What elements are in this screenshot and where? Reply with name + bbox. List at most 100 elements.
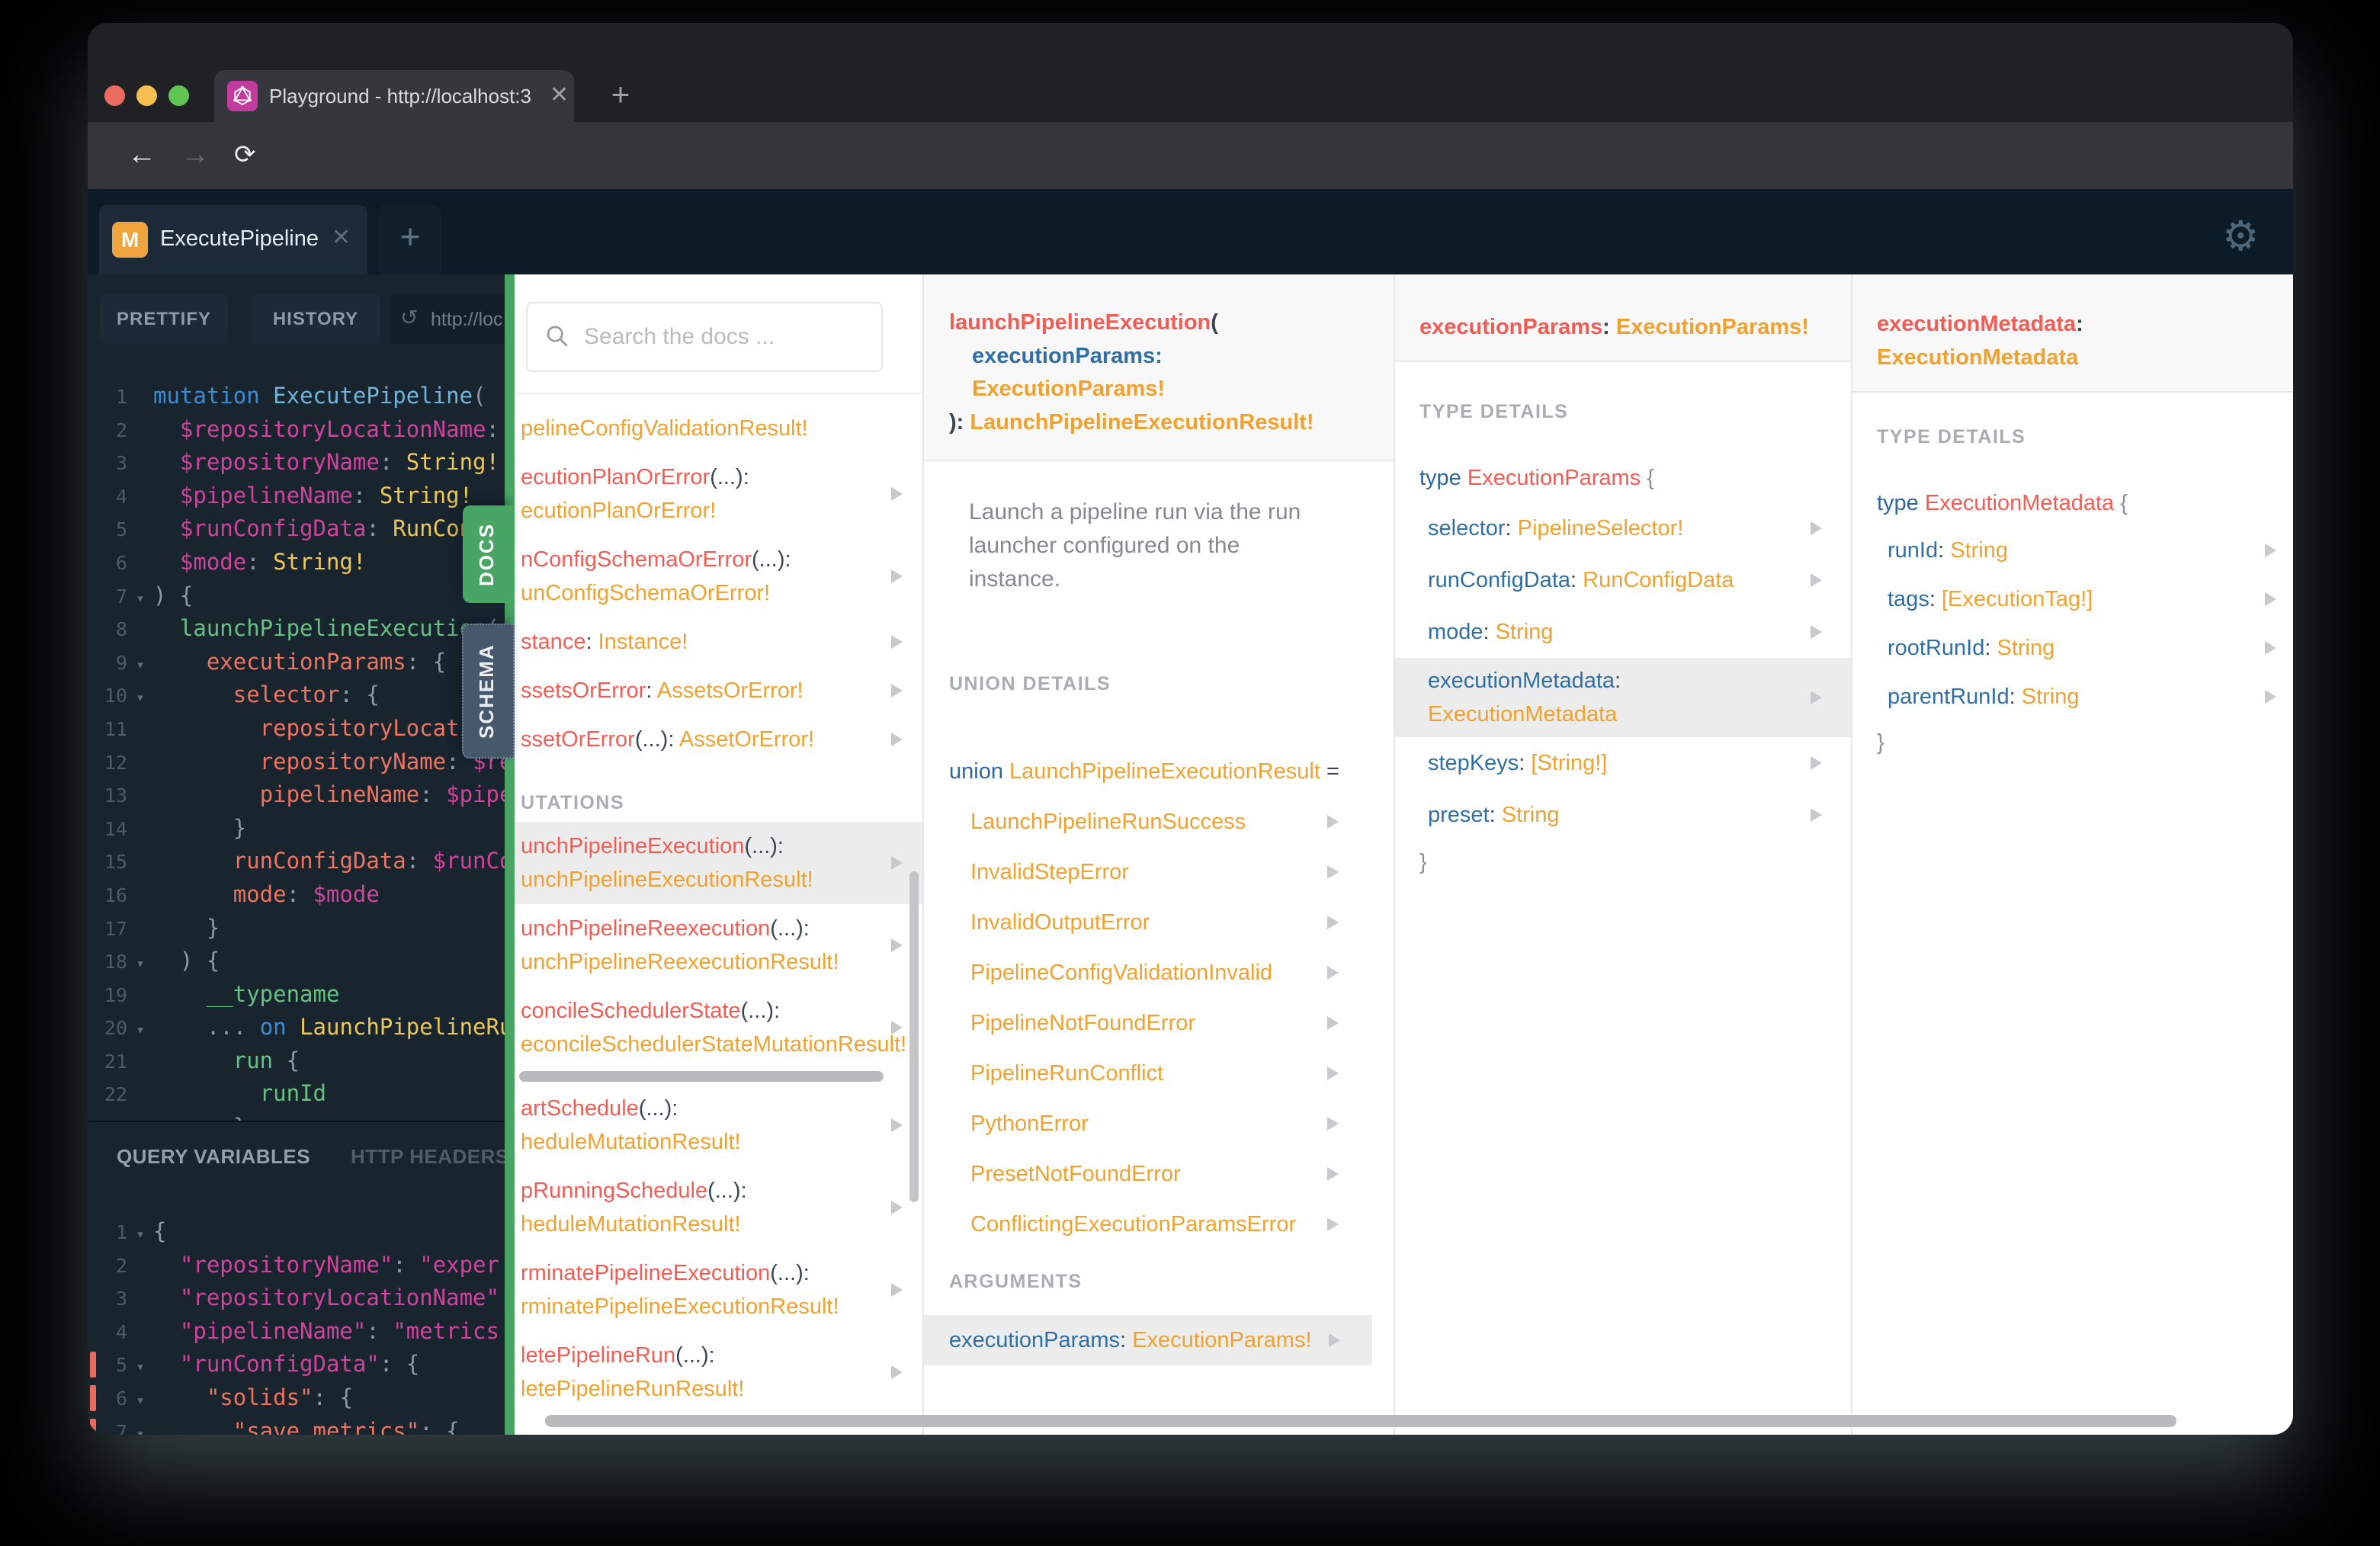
docs-hscrollbar[interactable] [545,1415,2176,1427]
sidebar-tab-docs[interactable]: DOCS [463,505,515,603]
session-close-icon[interactable]: ✕ [332,205,351,274]
doc-mutation-row[interactable]: letePipelineRun(...): letePipelineRunResu… [515,1331,922,1413]
doc-query-field-row[interactable]: ssetsOrError: AssetsOrError! [515,666,922,715]
union-member-row[interactable]: PipelineRunConflict [924,1048,1394,1099]
code-line[interactable]: 7 ▾) { [88,579,505,613]
back-icon[interactable]: ← [127,122,156,189]
type-field-row[interactable]: parentRunId: String [1852,672,2293,721]
variables-line[interactable]: 2 "repositoryName": "exper [88,1249,505,1282]
doc-mutation-row[interactable]: unchPipelineExecution(...): unchPipelineE… [515,822,922,904]
settings-gear-icon[interactable]: ⚙ [2222,212,2259,260]
code-line[interactable]: 6 $mode: String! [88,546,505,579]
union-member-row[interactable]: ConflictingExecutionParamsError [924,1199,1394,1249]
traffic-light-close[interactable] [104,85,125,106]
type-field-row[interactable]: tags: [ExecutionTag!] [1852,575,2293,624]
traffic-light-zoom[interactable] [168,85,189,106]
line-number: 3 [115,1288,127,1310]
fold-arrow-icon: ▾ [136,1022,145,1039]
code-line[interactable]: 16 mode: $mode [88,878,505,912]
code-line[interactable]: 10 ▾ selector: { [88,678,505,712]
doc-query-field-row[interactable]: nConfigSchemaOrError(...): unConfigSchema… [515,535,922,617]
variables-line[interactable]: 5 ▾ "runConfigData": { [88,1348,505,1381]
type-field-row[interactable]: executionMetadata: ExecutionMetadata [1395,658,1851,737]
code-line[interactable]: 3 $repositoryName: String! [88,446,505,480]
code-line[interactable]: 2 $repositoryLocationName: String! [88,413,505,447]
sidebar-tab-schema[interactable]: SCHEMA [462,624,515,759]
code-line[interactable]: 4 $pipelineName: String! [88,480,505,513]
code-line[interactable]: 8 launchPipelineExecution( [88,612,505,646]
code-line[interactable]: 12 repositoryName: $repositoryName [88,746,505,779]
docs-search-input[interactable]: Search the docs ... [526,302,883,372]
browser-tab[interactable]: Playground - http://localhost:3 ✕ [214,70,574,122]
tab-http-headers[interactable]: HTTP HEADERS [351,1145,505,1169]
history-button[interactable]: HISTORY [251,295,380,344]
code-line[interactable]: 15 runConfigData: $runConfigData [88,845,505,878]
code-line[interactable]: 19 __typename [88,978,505,1012]
variables-line[interactable]: 7 ▾ "save_metrics": { [88,1415,505,1435]
doc-query-field-row[interactable]: ecutionPlanOrError(...): ecutionPlanOrErr… [515,453,922,535]
type-field-row[interactable]: selector: PipelineSelector! [1395,502,1851,554]
code-line[interactable]: 22 runId [88,1077,505,1111]
doc-mutation-row[interactable]: artSchedule(...): heduleMutationResult! [515,1084,922,1166]
tab-close-icon[interactable]: ✕ [550,70,569,122]
union-member-row[interactable]: PipelineNotFoundError [924,998,1394,1048]
chevron-right-icon [891,1201,903,1214]
argument-row-selected[interactable]: executionParams: ExecutionParams! [924,1315,1372,1365]
union-member-row[interactable]: PythonError [924,1099,1394,1149]
code-line[interactable]: 1 mutation ExecutePipeline( [88,380,505,413]
new-tab-button[interactable]: + [594,70,647,122]
column-vscrollbar[interactable] [909,871,919,1202]
code-line[interactable]: 14 } [88,812,505,845]
doc-row-partial[interactable]: pelineConfigValidationResult! [515,404,922,453]
fold-arrow-icon: ▾ [136,955,145,973]
code-line[interactable]: 20▾ ... on LaunchPipelineRunSuccess { [88,1011,505,1044]
code-line[interactable]: 11 repositoryLocationName: $repositoryLo… [88,712,505,746]
forward-icon[interactable]: → [181,122,210,189]
tab-query-variables[interactable]: QUERY VARIABLES [117,1145,310,1169]
variables-line[interactable]: 4 "pipelineName": "metrics [88,1315,505,1349]
union-member-row[interactable]: PipelineConfigValidationInvalid [924,948,1394,998]
union-member-row[interactable]: InvalidStepError [924,847,1394,897]
union-member-row[interactable]: PresetNotFoundError [924,1149,1394,1199]
endpoint-reload-icon[interactable]: ↺ [400,295,418,344]
chevron-right-icon [891,733,903,746]
endpoint-url-value: http://loc [431,309,503,330]
type-field-row[interactable]: mode: String [1395,606,1851,658]
traffic-light-minimize[interactable] [136,85,157,106]
prettify-button[interactable]: PRETTIFY [100,295,228,344]
query-editor[interactable]: 1 mutation ExecutePipeline(2 $repositoryL… [88,380,505,1144]
type-field-row[interactable]: stepKeys: [String!] [1395,737,1851,789]
variables-line[interactable]: 6 ▾ "solids": { [88,1381,505,1415]
docs-divider-strip[interactable] [505,274,515,1435]
doc-query-field-row[interactable]: stance: Instance! [515,617,922,666]
doc-query-field-row[interactable]: ssetOrError(...): AssetOrError! [515,715,922,764]
code-line[interactable]: 9 ▾ executionParams: { [88,646,505,679]
variables-line[interactable]: 3 "repositoryLocationName": [88,1281,505,1315]
chevron-right-icon [1327,865,1339,879]
doc-mutation-row[interactable]: unchPipelineReexecution(...): unchPipelin… [515,904,922,986]
type-field-row[interactable]: runConfigData: RunConfigData [1395,554,1851,606]
doc-mutation-row[interactable]: concileSchedulerState(...): econcileSched… [515,986,922,1069]
doc-mutation-row[interactable]: pRunningSchedule(...): heduleMutationResu… [515,1166,922,1249]
code-line[interactable]: 5 $runConfigData: RunConfigData [88,512,505,546]
code-line[interactable]: 18 ▾ ) { [88,945,505,978]
variables-line[interactable]: 1 ▾{ [88,1215,505,1249]
reload-icon[interactable]: ⟳ [234,122,256,189]
union-member-row[interactable]: InvalidOutputError [924,897,1394,948]
endpoint-url-input[interactable]: ↺ http://loc [390,295,505,344]
variables-editor[interactable]: 1 ▾{2 "repositoryName": "exper 3 "reposito… [88,1215,505,1435]
union-member-row[interactable]: LaunchPipelineRunSuccess [924,797,1394,847]
chevron-right-icon [2265,690,2276,704]
code-line[interactable]: 21 run { [88,1044,505,1078]
type-field-row[interactable]: preset: String [1395,789,1851,841]
column-hscrollbar[interactable] [515,1069,922,1084]
new-session-button[interactable]: + [379,205,441,274]
type-field-row[interactable]: rootRunId: String [1852,624,2293,672]
code-line[interactable]: 13 pipelineName: $pipelineName [88,778,505,812]
doc-mutation-row[interactable]: rminatePipelineExecution(...): rminatePip… [515,1249,922,1331]
session-tab[interactable]: M ExecutePipeline ✕ [99,205,367,274]
chevron-right-icon [891,487,903,501]
type-field-row[interactable]: runId: String [1852,526,2293,575]
line-number: 1 [115,386,127,408]
code-line[interactable]: 17 } [88,912,505,945]
